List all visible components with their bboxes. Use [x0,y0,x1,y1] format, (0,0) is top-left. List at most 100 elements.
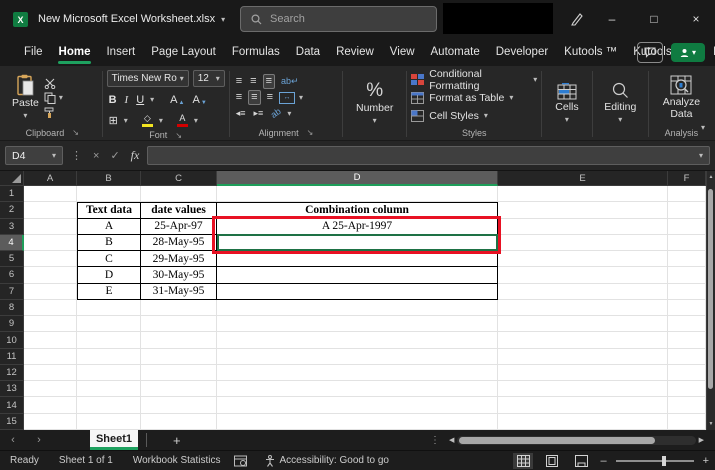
menu-tab-automate[interactable]: Automate [423,38,488,66]
row-header-10[interactable]: 10 [0,332,24,349]
cell-F11[interactable] [668,348,706,365]
cell-C2[interactable]: date values [141,202,217,219]
cell-D5[interactable] [217,251,498,268]
menu-tab-formulas[interactable]: Formulas [224,38,288,66]
zoom-in-button[interactable]: + [703,455,709,467]
zoom-out-button[interactable]: – [600,455,606,467]
cell-A9[interactable] [24,316,77,333]
cell-D3[interactable]: A 25-Apr-1997 [217,218,498,235]
fill-color-button[interactable]: ◇ [140,114,155,127]
cell-F2[interactable] [668,202,706,219]
scroll-down-arrow[interactable]: ▼ [707,421,715,427]
cell-E13[interactable] [498,381,668,398]
row-header-3[interactable]: 3 [0,218,24,235]
increase-indent-button[interactable]: ▸≡ [252,107,266,120]
font-dialog-launcher[interactable]: ↘ [175,131,182,140]
cut-button[interactable] [44,78,63,89]
cell-F5[interactable] [668,251,706,268]
cell-E10[interactable] [498,332,668,349]
cell-A15[interactable] [24,413,77,430]
menu-tab-view[interactable]: View [382,38,423,66]
cell-E3[interactable] [498,218,668,235]
decrease-indent-button[interactable]: ◂≡ [234,107,248,120]
normal-view-button[interactable] [513,452,534,469]
align-right-button[interactable]: ≡ [265,91,275,104]
cell-F10[interactable] [668,332,706,349]
cell-D2[interactable]: Combination column [217,202,498,219]
add-sheet-button[interactable]: + [173,433,181,448]
cell-A4[interactable] [24,234,77,252]
excel-logo-icon[interactable]: X [13,12,28,27]
row-header-13[interactable]: 13 [0,381,24,398]
row-header-7[interactable]: 7 [0,283,24,300]
cell-E1[interactable] [498,186,668,203]
cell-F7[interactable] [668,283,706,300]
align-top-button[interactable]: ≡ [234,75,244,88]
cell-A12[interactable] [24,364,77,382]
cell-B9[interactable] [77,316,141,333]
row-header-2[interactable]: 2 [0,202,24,219]
borders-button[interactable]: ⊞ [107,114,120,127]
cell-F9[interactable] [668,316,706,333]
formula-bar-expand-chevron[interactable]: ▾ [699,151,703,160]
cell-C4[interactable]: 28-May-95 [141,234,217,252]
row-header-11[interactable]: 11 [0,348,24,365]
menu-tab-page-layout[interactable]: Page Layout [143,38,224,66]
cell-E11[interactable] [498,348,668,365]
menu-tab-developer[interactable]: Developer [488,38,556,66]
copy-button[interactable]: ▾ [44,92,63,104]
cell-B8[interactable] [77,299,141,317]
cell-D12[interactable] [217,364,498,382]
row-header-14[interactable]: 14 [0,397,24,414]
column-header-B[interactable]: B [77,171,141,186]
page-break-view-button[interactable] [571,453,591,469]
formula-input[interactable]: ▾ [147,146,710,165]
cell-B5[interactable]: C [77,251,141,268]
cell-D11[interactable] [217,348,498,365]
row-header-6[interactable]: 6 [0,267,24,284]
cell-E9[interactable] [498,316,668,333]
search-box[interactable]: Search [240,6,437,32]
cell-F6[interactable] [668,267,706,284]
cell-A3[interactable] [24,218,77,235]
menu-tab-kutools[interactable]: Kutools ™ [556,38,625,66]
cell-A2[interactable] [24,202,77,219]
cell-E15[interactable] [498,413,668,430]
cell-A11[interactable] [24,348,77,365]
menu-tab-insert[interactable]: Insert [98,38,143,66]
ink-pen-icon[interactable] [566,9,588,29]
row-header-12[interactable]: 12 [0,364,24,382]
column-header-F[interactable]: F [668,171,706,186]
cell-C15[interactable] [141,413,217,430]
cell-E14[interactable] [498,397,668,414]
number-format-button[interactable]: % Number ▾ [351,81,398,127]
cell-B7[interactable]: E [77,283,141,300]
merge-center-button[interactable]: ↔ [279,91,295,104]
format-as-table-button[interactable]: Format as Table ▾ [411,89,513,106]
cell-C14[interactable] [141,397,217,414]
sheet-nav-right[interactable]: › [26,434,52,446]
cell-F3[interactable] [668,218,706,235]
editing-button[interactable]: Editing ▾ [599,82,641,126]
cell-A5[interactable] [24,251,77,268]
cell-B3[interactable]: A [77,218,141,235]
minimize-button[interactable]: – [596,0,628,38]
cell-E2[interactable] [498,202,668,219]
cell-E12[interactable] [498,364,668,382]
paste-button[interactable]: Paste ▾ [7,74,44,122]
cell-C10[interactable] [141,332,217,349]
zoom-slider-handle[interactable] [661,455,666,466]
align-middle-button[interactable]: ≡ [248,75,258,88]
cell-C1[interactable] [141,186,217,203]
maximize-button[interactable]: □ [638,0,670,38]
cell-F13[interactable] [668,381,706,398]
cell-D13[interactable] [217,381,498,398]
cell-E5[interactable] [498,251,668,268]
vertical-scroll-thumb[interactable] [708,189,713,389]
workbook-statistics-button[interactable]: Workbook Statistics [123,455,231,466]
menu-tab-help[interactable]: Help [705,38,715,66]
cell-D15[interactable] [217,413,498,430]
row-header-15[interactable]: 15 [0,413,24,430]
cell-A8[interactable] [24,299,77,317]
comments-button[interactable] [637,42,663,63]
